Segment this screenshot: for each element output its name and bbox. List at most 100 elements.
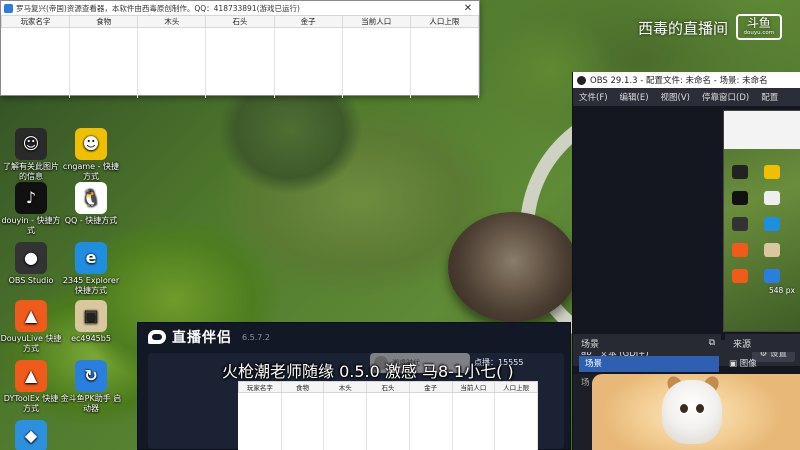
- desktop-shortcut-label: 金斗鱼PK助手 启动器: [60, 394, 122, 413]
- desktop-shortcut[interactable]: ▲ DYToolEx 快捷方式: [0, 360, 62, 414]
- obs-menu-item[interactable]: 编辑(E): [614, 91, 655, 103]
- obs-menu-item[interactable]: 文件(F): [573, 91, 614, 103]
- desktop-shortcut[interactable]: ♪ douyin - 快捷方式: [0, 182, 62, 236]
- desktop-shortcut-label: cngame - 快捷方式: [62, 162, 120, 181]
- avatar-eye: [696, 404, 704, 413]
- sources-label: 来源: [733, 339, 752, 350]
- preview-icon: [732, 217, 748, 231]
- preview-cell: [323, 392, 368, 450]
- avatar-overlay: [592, 374, 800, 450]
- close-icon[interactable]: ✕: [457, 3, 479, 14]
- roster-column-header[interactable]: 金子: [273, 15, 343, 28]
- desktop-shortcut-label: OBS Studio: [8, 276, 54, 285]
- launcher-icon: ↻: [75, 360, 107, 392]
- preview-empty-row: [238, 392, 538, 450]
- roster-cell: [205, 27, 275, 98]
- desktop-shortcut[interactable]: ▣ ec4945b5: [60, 300, 122, 344]
- wallpaper-gazebo: [448, 212, 578, 322]
- stream-subtitle: 火枪潮老师随缘 0.5.0 激感 马8-1小七( ): [222, 362, 514, 381]
- douyin-icon: ♪: [15, 182, 47, 214]
- roster-column-header[interactable]: 石头: [205, 15, 275, 28]
- desktop-shortcut[interactable]: ▲ DouyuLive 快捷方式: [0, 300, 62, 354]
- desktop-shortcut[interactable]: ● OBS Studio: [0, 242, 62, 286]
- companion-version: 6.5.7.2: [242, 332, 270, 342]
- scenes-label: 场景: [581, 339, 600, 350]
- avatar-eye: [680, 404, 688, 413]
- roster-title: 罗马复兴(帝国)资源查看器，本软件由西毒原创制作。QQ：418733891(游戏…: [16, 3, 300, 13]
- info-icon: ☺: [15, 128, 47, 160]
- preview-cell: [452, 392, 496, 450]
- preview-icon: [764, 243, 780, 257]
- preview-cell: [494, 392, 538, 450]
- roster-column-header[interactable]: 木头: [137, 15, 207, 28]
- companion-brand: 直播伴侣: [172, 330, 232, 346]
- stream-watermark: 西毒的直播间 斗鱼 douyu.com: [638, 14, 782, 42]
- desktop-shortcut[interactable]: ☺ 了解有关此图片的信息: [0, 128, 62, 182]
- roster-cell: [1, 27, 71, 98]
- desktop-shortcut-label: DouyuLive 快捷方式: [0, 334, 62, 353]
- companion-logo-icon: [148, 330, 166, 344]
- desktop-shortcut[interactable]: ◆: [0, 420, 62, 450]
- sources-dock-header: 来源: [725, 334, 800, 352]
- preview-cell: [366, 392, 410, 450]
- preview-icon: [732, 269, 748, 283]
- preview-column-header[interactable]: 金子: [408, 381, 453, 393]
- roster-cell: [342, 27, 411, 98]
- obs-preview-capture: [723, 110, 800, 332]
- desktop-shortcut-label: QQ - 快捷方式: [64, 216, 118, 225]
- desktop-shortcut-label: DYToolEx 快捷方式: [3, 394, 59, 413]
- preview-icon: [764, 191, 780, 205]
- preview-column-header[interactable]: 石头: [366, 381, 410, 393]
- desktop-shortcut-label: 2345 Explorer 快捷方式: [62, 276, 120, 295]
- roster-column-header[interactable]: 人口上限: [409, 15, 480, 28]
- desktop-shortcut[interactable]: e 2345 Explorer 快捷方式: [60, 242, 122, 296]
- qq-icon: 🐧: [75, 182, 107, 214]
- desktop-shortcut[interactable]: ↻ 金斗鱼PK助手 启动器: [60, 360, 122, 414]
- preview-icon: [764, 269, 780, 283]
- preview-size-label: 548 px: [769, 286, 795, 295]
- preview-header-row: 玩家名字 食物 木头 石头 金子 当前人口 人口上限: [238, 381, 538, 393]
- douyu-logo: 斗鱼 douyu.com: [735, 14, 782, 40]
- roster-cell: [274, 27, 343, 98]
- source-item[interactable]: ▣ 图像: [729, 356, 799, 372]
- desktop-shortcut-label: ec4945b5: [71, 334, 111, 343]
- desktop-shortcut[interactable]: ☻ cngame - 快捷方式: [60, 128, 122, 182]
- obs-menubar: 文件(F) 编辑(E) 视图(V) 停靠窗口(D) 配置: [573, 88, 800, 106]
- roster-header-row: 玩家名字 食物 木头 石头 金子 当前人口 人口上限: [0, 15, 480, 28]
- companion-header[interactable]: 直播伴侣 6.5.7.2: [138, 323, 570, 351]
- roster-column-header[interactable]: 食物: [69, 15, 139, 28]
- douyu-logo-sub: douyu.com: [743, 30, 775, 36]
- source-item-label: 图像: [739, 359, 757, 369]
- obs-titlebar[interactable]: OBS 29.1.3 - 配置文件: 未命名 - 场景: 未命名: [573, 72, 800, 88]
- preview-column-header[interactable]: 当前人口: [451, 381, 496, 393]
- desktop-shortcut-label: 了解有关此图片的信息: [3, 162, 59, 181]
- preview-icon: [764, 217, 780, 231]
- preview-column-header[interactable]: 玩家名字: [238, 381, 282, 393]
- preview-column-header[interactable]: 人口上限: [494, 381, 538, 393]
- image-source-icon: ▣: [729, 359, 738, 369]
- roster-column-header[interactable]: 当前人口: [341, 15, 411, 28]
- roster-table: 玩家名字 食物 木头 石头 金子 当前人口 人口上限: [0, 15, 480, 98]
- companion-window[interactable]: 直播伴侣 6.5.7.2 潮退时代 点播：15555 玩家名字 食物 木头 石头 金子当…: [137, 322, 571, 450]
- preview-column-header[interactable]: 木头: [323, 381, 368, 393]
- obs-menu-item[interactable]: 视图(V): [655, 91, 696, 103]
- desktop-shortcut-label: douyin - 快捷方式: [1, 216, 61, 235]
- avatar-character: [662, 380, 722, 444]
- roster-titlebar[interactable]: 罗马复兴(帝国)资源查看器，本软件由西毒原创制作。QQ：418733891(游戏…: [1, 1, 479, 15]
- douyulive-icon: ▲: [15, 300, 47, 332]
- preview-cell: [238, 392, 282, 450]
- obs-menu-item[interactable]: 配置: [755, 91, 784, 103]
- roster-window[interactable]: 罗马复兴(帝国)资源查看器，本软件由西毒原创制作。QQ：418733891(游戏…: [0, 0, 480, 98]
- preview-column-header[interactable]: 食物: [280, 381, 325, 393]
- obs-icon: [577, 75, 586, 85]
- roster-cell: [137, 27, 207, 98]
- douyu-logo-text: 斗鱼: [746, 16, 771, 30]
- cngame-icon: ☻: [75, 128, 107, 160]
- roster-column-header[interactable]: 玩家名字: [0, 15, 71, 28]
- app-icon: ◆: [15, 420, 47, 450]
- obs-title: OBS 29.1.3 - 配置文件: 未命名 - 场景: 未命名: [590, 76, 768, 86]
- preview-cell: [409, 392, 453, 450]
- desktop-shortcut[interactable]: 🐧 QQ - 快捷方式: [60, 182, 122, 226]
- obs-menu-item[interactable]: 停靠窗口(D): [696, 91, 755, 103]
- undock-icon[interactable]: ⧉: [709, 338, 715, 348]
